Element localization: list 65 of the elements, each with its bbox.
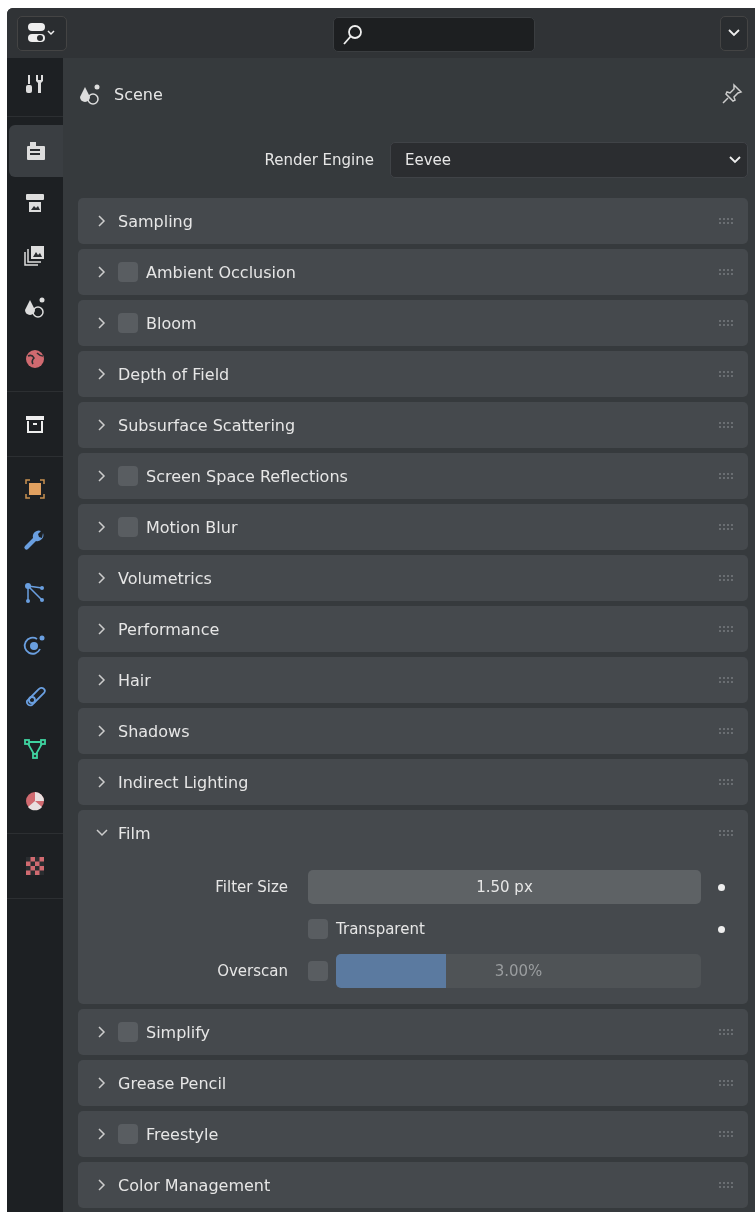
search-icon	[342, 23, 364, 46]
search-field[interactable]	[333, 17, 535, 52]
drag-handle-icon[interactable]	[718, 1027, 734, 1037]
panel-title[interactable]: Grease Pencil	[118, 1073, 718, 1093]
drag-handle-icon[interactable]	[718, 369, 734, 379]
drag-handle-icon[interactable]	[718, 318, 734, 328]
orbit-icon	[23, 633, 47, 657]
images-icon	[23, 243, 47, 267]
checker-icon	[23, 854, 47, 878]
panel-title[interactable]: Motion Blur	[146, 517, 718, 537]
panel-title[interactable]: Depth of Field	[118, 364, 718, 384]
filter-size-label: Filter Size	[214, 878, 289, 896]
globe-icon	[23, 347, 47, 371]
link-icon	[23, 685, 47, 709]
panel-title[interactable]: Bloom	[146, 313, 718, 333]
panel-title[interactable]: Subsurface Scattering	[118, 415, 718, 435]
scene-icon	[23, 295, 47, 319]
panel-title[interactable]: Simplify	[146, 1022, 718, 1042]
panel-title[interactable]: Sampling	[118, 211, 718, 231]
drag-handle-icon[interactable]	[718, 420, 734, 430]
pin-icon[interactable]	[720, 82, 744, 106]
drag-handle-icon[interactable]	[718, 726, 734, 736]
chevron-down-icon	[728, 29, 740, 37]
drag-handle-icon[interactable]	[718, 675, 734, 685]
panel-title[interactable]: Freestyle	[146, 1124, 718, 1144]
drag-handle-icon[interactable]	[718, 1129, 734, 1139]
drag-handle-icon[interactable]	[718, 1180, 734, 1190]
number-field[interactable]: 1.50 px	[308, 870, 701, 904]
panel-title[interactable]: Ambient Occlusion	[146, 262, 718, 282]
nodes-icon	[23, 581, 47, 605]
drag-handle-icon[interactable]	[718, 522, 734, 532]
panel-title[interactable]: Screen Space Reflections	[146, 466, 718, 486]
chevron-down-icon	[729, 156, 741, 164]
panel-title[interactable]: Volumetrics	[118, 568, 718, 588]
editor-type-button[interactable]	[17, 15, 67, 51]
drag-handle-icon[interactable]	[718, 471, 734, 481]
sphere-icon	[23, 789, 47, 813]
context-title: Scene	[114, 84, 163, 104]
drag-handle-icon[interactable]	[718, 573, 734, 583]
drag-handle-icon[interactable]	[718, 624, 734, 634]
panel-title[interactable]: Color Management	[118, 1175, 718, 1195]
drag-handle-icon[interactable]	[718, 1078, 734, 1088]
panel-title[interactable]: Hair	[118, 670, 718, 690]
render-engine-dropdown[interactable]: Eevee	[390, 142, 748, 178]
editor-type-icon	[27, 22, 57, 44]
drag-handle-icon[interactable]	[718, 267, 734, 277]
panel-title[interactable]: Indirect Lighting	[118, 772, 718, 792]
camera-icon	[24, 139, 48, 163]
panel-title[interactable]: Shadows	[118, 721, 718, 741]
checkbox-label[interactable]: Transparent	[336, 920, 425, 938]
panel-title[interactable]: Performance	[118, 619, 718, 639]
keyframe-dot-icon[interactable]	[718, 925, 725, 933]
panel-title[interactable]: Film	[118, 823, 718, 843]
render-tab[interactable]	[9, 125, 63, 177]
options-dropdown-button[interactable]	[720, 15, 748, 51]
printer-icon	[23, 191, 47, 215]
triangle-icon	[23, 737, 47, 761]
overscan-label: Overscan	[216, 962, 289, 980]
render-engine-label: Render Engine	[264, 151, 374, 169]
drag-handle-icon[interactable]	[718, 216, 734, 226]
drag-handle-icon[interactable]	[718, 828, 734, 838]
drag-handle-icon[interactable]	[718, 777, 734, 787]
scene-icon	[78, 82, 102, 106]
keyframe-dot-icon[interactable]	[718, 883, 725, 891]
square-icon	[23, 477, 47, 501]
